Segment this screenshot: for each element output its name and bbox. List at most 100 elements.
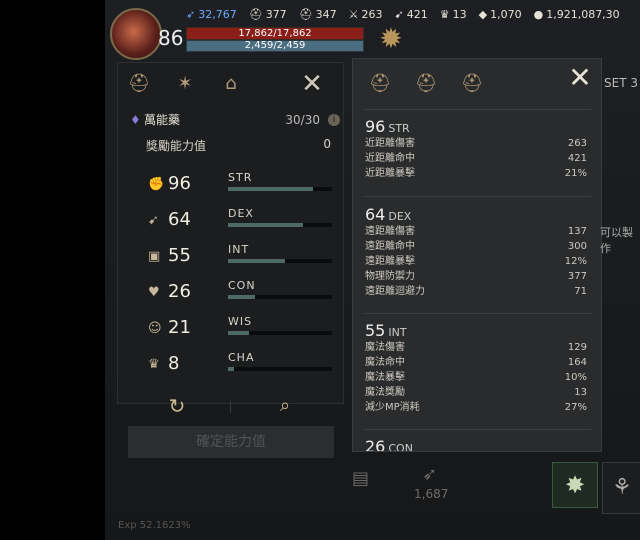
stat-row-str[interactable]: ✊ 96 STR (148, 171, 333, 199)
row-value: 71 (574, 286, 587, 297)
stat-bar-fill (228, 367, 235, 371)
row-label: 遠距離傷害 (365, 226, 415, 237)
potion-count: 30/30 (285, 112, 320, 127)
helmet-icon: ⛑ (248, 8, 263, 21)
section-value: 55 (365, 321, 386, 340)
stat-bar (228, 259, 332, 263)
row-label: 魔法暴擊 (365, 372, 405, 383)
stat-row-int[interactable]: ▣ 55 INT (148, 243, 333, 271)
bonus-points-row: 獎勵能力值 0 (146, 137, 331, 154)
section-value: 64 (365, 205, 386, 224)
section-value: 96 (365, 117, 386, 136)
section-name: CON (388, 442, 413, 452)
detail-row: 近距離暴擊 21% (365, 166, 587, 181)
stat-row-dex[interactable]: ➹ 64 DEX (148, 207, 333, 235)
tab-star-icon[interactable]: ✶ (172, 71, 198, 97)
row-label: 物理防禦力 (365, 271, 415, 282)
tab-helmet-icon-2[interactable]: ⛑ (413, 71, 439, 97)
row-value: 263 (567, 138, 587, 149)
row-value: 137 (567, 226, 587, 237)
top-stats-bar: ➶ 32,767 ⛑ 377 ⛑ 347 ⚔ 263 ➹ 421 ♛ 13 ◆ 1,070 ● 1,921,0… (186, 8, 620, 21)
top-stat-value: 347 (315, 8, 337, 21)
clan-emblem-icon[interactable]: ✹ (374, 22, 408, 56)
top-stat: ♛ 13 (440, 8, 467, 21)
boot-icon: ➹ (148, 213, 159, 228)
top-stat-value: 1,921,087,30 (546, 8, 620, 21)
detail-row: 魔法命中 164 (365, 355, 587, 370)
section-name: STR (388, 122, 410, 135)
close-icon[interactable]: ✕ (299, 71, 325, 97)
stat-value: 55 (168, 245, 191, 266)
stat-row-wis[interactable]: ☺ 21 WIS (148, 315, 333, 343)
sword-icon: ⚔ (348, 8, 359, 21)
stat-name: CHA (228, 351, 255, 364)
tab-helmet-icon-3[interactable]: ⛑ (459, 71, 485, 97)
row-value: 421 (567, 153, 587, 164)
mp-bar: 2,459/2,459 (186, 40, 364, 52)
feather-icon: ➶ (186, 8, 196, 21)
row-label: 減少MP消耗 (365, 402, 420, 413)
panel-tabs: ⛑ ✶ ⌂ (126, 71, 244, 97)
top-stat: ➹ 421 (395, 8, 428, 21)
trophy-icon: ♛ (439, 8, 450, 21)
skill-burst-icon[interactable]: ✸ (552, 462, 598, 508)
reset-icon[interactable]: ↻ (166, 395, 188, 417)
hp-bar: 17,862/17,862 (186, 27, 364, 40)
stat-value: 21 (168, 317, 191, 338)
search-icon[interactable]: ⌕ (274, 395, 296, 417)
character-avatar[interactable] (110, 8, 162, 60)
tab-helmet-icon[interactable]: ⛑ (367, 71, 393, 97)
stat-bar (228, 223, 332, 227)
detail-row: 遠距離暴擊 12% (365, 254, 587, 269)
row-value: 129 (567, 342, 587, 353)
arrow-item-icon[interactable]: ➶ (422, 464, 437, 485)
bonus-value: 0 (323, 137, 331, 151)
tab-building-icon[interactable]: ⌂ (218, 71, 244, 97)
close-icon[interactable]: ✕ (565, 63, 595, 93)
stat-name: STR (228, 171, 253, 184)
potion-row: ♦ 萬能藥 30/30 i (130, 111, 340, 128)
detail-row: 減少MP消耗 27% (365, 400, 587, 415)
section-heading: 64 DEX (365, 205, 587, 224)
section-value: 26 (365, 437, 386, 452)
section-heading: 96 STR (365, 117, 587, 136)
row-label: 遠距離命中 (365, 241, 415, 252)
detail-row: 魔法獎勵 13 (365, 385, 587, 400)
row-label: 遠距離暴擊 (365, 256, 415, 267)
detail-row: 魔法傷害 129 (365, 340, 587, 355)
row-value: 377 (567, 271, 587, 282)
top-stat-value: 421 (406, 8, 428, 21)
stat-bar (228, 295, 332, 299)
stat-row-con[interactable]: ♥ 26 CON (148, 279, 333, 307)
set-label[interactable]: SET 3 (604, 76, 638, 90)
section-name: INT (388, 326, 407, 339)
divider (363, 109, 591, 110)
top-stat-value: 1,070 (490, 8, 522, 21)
row-label: 魔法傷害 (365, 342, 405, 353)
detail-section-str: 96 STR 近距離傷害 263 近距離命中 421 近距離暴擊 21% (365, 117, 587, 181)
book-icon: ▣ (148, 249, 161, 264)
stat-name: WIS (228, 315, 253, 328)
tab-helmet-icon[interactable]: ⛑ (126, 71, 152, 97)
stat-allocation-panel: ⛑ ✶ ⌂ ✕ ♦ 萬能藥 30/30 i 獎勵能力值 0 ✊ 96 STR ➹… (117, 62, 344, 417)
skill-tree-icon[interactable]: ⚘ (602, 462, 640, 514)
row-value: 13 (574, 387, 587, 398)
heart-icon: ♥ (148, 285, 160, 300)
row-label: 魔法命中 (365, 357, 405, 368)
stat-detail-panel: ⛑ ⛑ ⛑ ✕ 96 STR 近距離傷害 263 近距離命中 421 近距離暴擊 21%… (352, 58, 602, 452)
detail-row: 遠距離傷害 137 (365, 224, 587, 239)
confirm-stats-button[interactable]: 確定能力值 (128, 426, 334, 458)
section-heading: 55 INT (365, 321, 587, 340)
stat-row-cha[interactable]: ♛ 8 CHA (148, 351, 333, 379)
top-stat-value: 377 (265, 8, 287, 21)
detail-row: 遠距離迴避力 71 (365, 284, 587, 299)
crown-icon: ♛ (148, 357, 160, 372)
scroll-icon[interactable]: ▤ (352, 468, 369, 489)
stat-name: INT (228, 243, 250, 256)
section-heading: 26 CON (365, 437, 587, 452)
stat-bar-fill (228, 187, 314, 191)
potion-info-button[interactable]: i (328, 113, 340, 126)
top-stat: ⚔ 263 (349, 8, 383, 21)
divider (363, 313, 591, 314)
stat-bar (228, 367, 332, 371)
